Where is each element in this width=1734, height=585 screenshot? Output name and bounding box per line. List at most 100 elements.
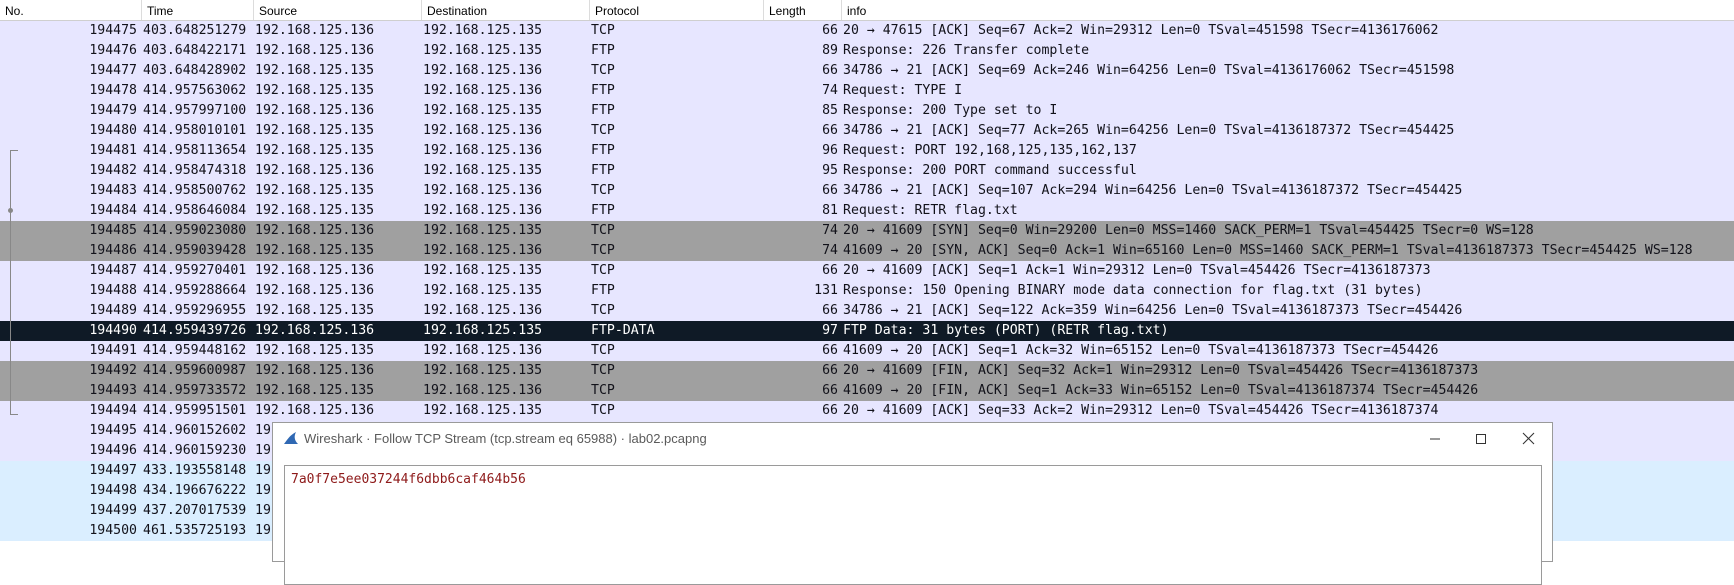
packet-time: 437.207017539 — [143, 503, 247, 518]
stream-content[interactable]: 7a0f7e5ee037244f6dbb6caf464b56 — [291, 472, 526, 487]
column-header-time[interactable]: Time — [142, 0, 254, 20]
column-header-source[interactable]: Source — [254, 0, 422, 20]
column-header-label: Destination — [427, 4, 488, 18]
column-header-label: Length — [769, 4, 806, 18]
dialog-titlebar[interactable]: Wireshark · Follow TCP Stream (tcp.strea… — [273, 423, 1552, 454]
packet-length: 74 — [822, 243, 838, 258]
packet-length: 95 — [822, 163, 838, 178]
packet-time: 414.960159230 — [143, 443, 247, 458]
packet-info: Request: TYPE I — [843, 83, 963, 98]
packet-row[interactable]: 194481 414.958113654 192.168.125.135 192.16… — [0, 141, 1734, 161]
packet-info: 20 → 41609 [ACK] Seq=1 Ack=1 Win=29312 L… — [843, 263, 1431, 278]
packet-row[interactable]: 194488 414.959288664 192.168.125.136 192.16… — [0, 281, 1734, 301]
column-header-label: Time — [147, 4, 174, 18]
packet-row[interactable]: 194478 414.957563062 192.168.125.135 192.16… — [0, 81, 1734, 101]
packet-row[interactable]: 194489 414.959296955 192.168.125.135 192.16… — [0, 301, 1734, 321]
packet-no: 194495 — [89, 423, 137, 438]
wireshark-fin-icon — [284, 432, 298, 444]
packet-row[interactable]: 194490 414.959439726 192.168.125.136 192.16… — [0, 321, 1734, 341]
packet-info: 41609 → 20 [FIN, ACK] Seq=1 Ack=33 Win=6… — [843, 383, 1479, 398]
minimize-button[interactable] — [1412, 423, 1458, 454]
packet-length: 66 — [822, 63, 838, 78]
packet-time: 414.960152602 — [143, 423, 247, 438]
packet-no: 194496 — [89, 443, 137, 458]
packet-no: 194497 — [89, 463, 137, 478]
related-packets-indicator — [8, 150, 18, 415]
close-icon — [1522, 432, 1534, 445]
maximize-button[interactable] — [1458, 423, 1504, 454]
packet-info: Request: PORT 192,168,125,135,162,137 — [843, 143, 1137, 158]
related-tick — [10, 150, 18, 151]
packet-length: 81 — [822, 203, 838, 218]
packet-length: 85 — [822, 103, 838, 118]
maximize-icon — [1476, 433, 1486, 444]
packet-length: 66 — [822, 403, 838, 418]
packet-row[interactable]: 194493 414.959733572 192.168.125.135 192.16… — [0, 381, 1734, 401]
packet-source: 19 — [255, 443, 271, 458]
packet-row[interactable]: 194479 414.957997100 192.168.125.136 192.16… — [0, 101, 1734, 121]
packet-row[interactable]: 194480 414.958010101 192.168.125.135 192.16… — [0, 121, 1734, 141]
packet-length: 66 — [822, 343, 838, 358]
column-header-protocol[interactable]: Protocol — [590, 0, 764, 20]
packet-info: Response: 200 PORT command successful — [843, 163, 1137, 178]
related-dot — [8, 208, 13, 213]
packet-list-header: No. Time Source Destination Protocol Len… — [0, 0, 1734, 21]
packet-length: 66 — [822, 303, 838, 318]
packet-row[interactable]: 194494 414.959951501 192.168.125.136 192.16… — [0, 401, 1734, 421]
packet-info: Request: RETR flag.txt — [843, 203, 1018, 218]
packet-info: 34786 → 21 [ACK] Seq=69 Ack=246 Win=6425… — [843, 63, 1455, 78]
column-header-label: Source — [259, 4, 298, 18]
packet-info: 41609 → 20 [SYN, ACK] Seq=0 Ack=1 Win=65… — [843, 243, 1693, 258]
packet-row[interactable]: 194483 414.958500762 192.168.125.135 192.16… — [0, 181, 1734, 201]
packet-info: Response: 150 Opening BINARY mode data c… — [843, 283, 1423, 298]
packet-row[interactable]: 194475 403.648251279 192.168.125.136 192.16… — [0, 21, 1734, 41]
minimize-icon — [1430, 438, 1440, 439]
packet-no: 194499 — [89, 503, 137, 518]
packet-info: 41609 → 20 [ACK] Seq=1 Ack=32 Win=65152 … — [843, 343, 1439, 358]
packet-length: 66 — [822, 263, 838, 278]
packet-source: 19 — [255, 483, 271, 498]
column-header-info[interactable]: info — [842, 0, 1734, 20]
packet-row[interactable]: 194486 414.959039428 192.168.125.135 192.16… — [0, 241, 1734, 261]
related-line — [10, 150, 11, 415]
packet-info: Response: 200 Type set to I — [843, 103, 1058, 118]
packet-length: 66 — [822, 123, 838, 138]
packet-info: 34786 → 21 [ACK] Seq=122 Ack=359 Win=642… — [843, 303, 1463, 318]
packet-source: 19 — [255, 423, 271, 438]
packet-row[interactable]: 194487 414.959270401 192.168.125.136 192.16… — [0, 261, 1734, 281]
close-button[interactable] — [1505, 423, 1551, 454]
packet-length: 66 — [822, 363, 838, 378]
packet-row[interactable]: 194485 414.959023080 192.168.125.136 192.16… — [0, 221, 1734, 241]
packet-info: 20 → 41609 [ACK] Seq=33 Ack=2 Win=29312 … — [843, 403, 1439, 418]
column-header-label: No. — [5, 4, 24, 18]
column-header-destination[interactable]: Destination — [422, 0, 590, 20]
column-header-no[interactable]: No. — [0, 0, 142, 20]
column-header-length[interactable]: Length — [764, 0, 842, 20]
follow-tcp-stream-dialog: Wireshark · Follow TCP Stream (tcp.strea… — [272, 422, 1553, 585]
packet-row[interactable]: 194477 403.648428902 192.168.125.135 192.16… — [0, 61, 1734, 81]
column-header-label: Protocol — [595, 4, 640, 18]
packet-row[interactable]: 194484 414.958646084 192.168.125.135 192.16… — [0, 201, 1734, 221]
packet-row[interactable]: 194482 414.958474318 192.168.125.136 192.16… — [0, 161, 1734, 181]
packet-source: 19 — [255, 503, 271, 518]
packet-source: 19 — [255, 523, 271, 538]
packet-no: 194498 — [89, 483, 137, 498]
packet-length: 131 — [814, 283, 838, 298]
packet-length: 66 — [822, 383, 838, 398]
packet-length: 74 — [822, 223, 838, 238]
packet-info: Response: 226 Transfer complete — [843, 43, 1090, 58]
packet-no: 194500 — [89, 523, 137, 538]
packet-length: 66 — [822, 23, 838, 38]
packet-row[interactable]: 194476 403.648422171 192.168.125.136 192.16… — [0, 41, 1734, 61]
packet-info: 20 → 41609 [SYN] Seq=0 Win=29200 Len=0 M… — [843, 223, 1534, 238]
packet-length: 89 — [822, 43, 838, 58]
packet-time: 433.193558148 — [143, 463, 247, 478]
packet-info: 20 → 41609 [FIN, ACK] Seq=32 Ack=1 Win=2… — [843, 363, 1479, 378]
packet-row[interactable]: 194492 414.959600987 192.168.125.136 192.16… — [0, 361, 1734, 381]
stream-content-area[interactable]: 7a0f7e5ee037244f6dbb6caf464b56 — [284, 465, 1542, 585]
related-tick — [10, 414, 18, 415]
packet-length: 74 — [822, 83, 838, 98]
packet-length: 96 — [822, 143, 838, 158]
packet-info: FTP Data: 31 bytes (PORT) (RETR flag.txt… — [843, 323, 1169, 338]
packet-row[interactable]: 194491 414.959448162 192.168.125.135 192.16… — [0, 341, 1734, 361]
